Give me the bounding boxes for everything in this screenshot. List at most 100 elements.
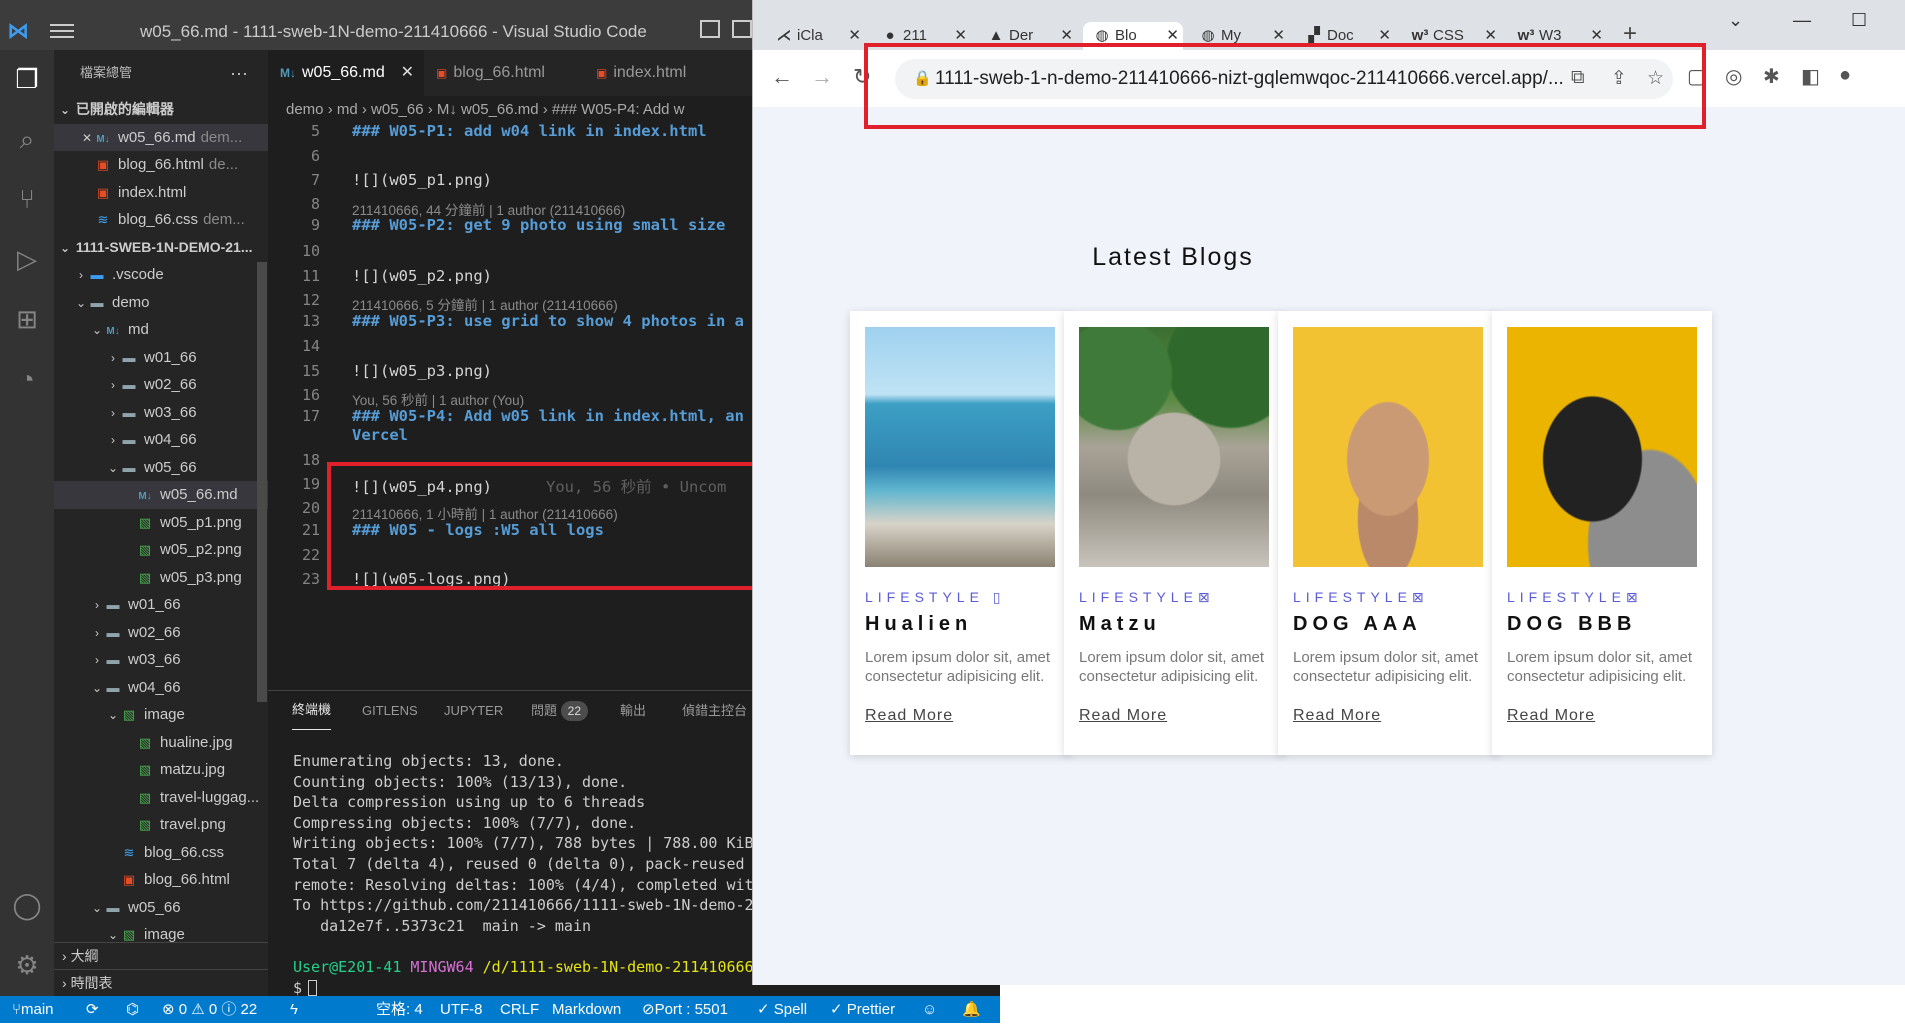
source-control-icon[interactable]: ⑂ [10, 182, 44, 216]
code-line[interactable]: ![](w05_p1.png) [352, 171, 492, 189]
tab-jupyter[interactable]: JUPYTER [444, 691, 503, 731]
terminal-output[interactable]: Enumerating objects: 13, done. Counting o… [293, 751, 763, 998]
markdown-file-icon: M↓ [280, 66, 296, 80]
tree-item[interactable]: ▧ matzu.jpg [54, 756, 268, 784]
tree-item[interactable]: ⌄ ▬ w05_66 [54, 454, 268, 482]
indentation-status[interactable]: 空格: 4 [376, 996, 423, 1023]
code-line[interactable]: ![](w05_p3.png) [352, 362, 492, 380]
open-editor-item[interactable]: ▣ index.html [54, 179, 268, 207]
tree-item[interactable]: › ▬ .vscode [54, 261, 268, 289]
eol-status[interactable]: CRLF [500, 996, 539, 1023]
sync-icon[interactable]: ⟳ [86, 996, 99, 1023]
workspace-section[interactable]: ⌄ 1111-SWEB-1N-DEMO-21... [54, 234, 268, 262]
tree-item[interactable]: ▧ travel-luggag... [54, 784, 268, 812]
tree-item[interactable]: › ▬ w02_66 [54, 619, 268, 647]
tab-gitlens[interactable]: GITLENS [362, 691, 418, 731]
maximize-icon[interactable]: ☐ [1851, 10, 1867, 31]
account-icon[interactable]: ◯ [10, 888, 44, 922]
tree-item[interactable]: M↓ w05_66.md [54, 481, 268, 509]
extension-icon[interactable]: ◎ [1725, 64, 1742, 89]
code-line[interactable]: ### W05-P1: add w04 link in index.html [352, 124, 707, 140]
tree-item[interactable]: ⌄ ▧ image [54, 701, 268, 729]
prettier-status[interactable]: ✓ Prettier [830, 996, 895, 1023]
encoding-status[interactable]: UTF-8 [440, 996, 483, 1023]
side-panel-icon[interactable]: ◧ [1801, 64, 1820, 89]
read-more-link[interactable]: Read More [865, 707, 953, 725]
read-more-link[interactable]: Read More [1079, 707, 1167, 725]
prompt-shell: MINGW64 [410, 957, 474, 976]
notifications-bell-icon[interactable]: 🔔 [962, 996, 981, 1023]
profile-icon[interactable]: ● [1839, 64, 1851, 87]
codelens-blame[interactable]: 211410666, 5 分鐘前 | 1 author (211410666) [352, 294, 618, 314]
tab-debug-console[interactable]: 偵錯主控台 [682, 691, 747, 731]
code-line[interactable]: ### W05-P4: Add w05 link in index.html, … [352, 407, 744, 425]
tab-w05-md[interactable]: M↓ w05_66.md ✕ [268, 50, 424, 96]
sidebar-scrollbar[interactable] [257, 262, 267, 702]
tree-item[interactable]: ▧ w05_p2.png [54, 536, 268, 564]
open-editor-item[interactable]: ▣ blog_66.html de... [54, 151, 268, 179]
timeline-section[interactable]: › 時間表 [54, 969, 268, 996]
toggle-sidebar-icon[interactable] [700, 20, 720, 38]
more-actions-icon[interactable]: ··· [230, 50, 248, 96]
tree-item[interactable]: ▧ w05_p1.png [54, 509, 268, 537]
tree-item[interactable]: › ▬ w03_66 [54, 646, 268, 674]
close-icon[interactable]: ✕ [401, 50, 414, 96]
tree-item[interactable]: ⌄ M↓ md [54, 316, 268, 344]
tab-problems[interactable]: 問題 22 [531, 691, 588, 731]
tree-item[interactable]: ⌄ ▬ w05_66 [54, 894, 268, 922]
code-line[interactable]: Vercel [352, 426, 408, 444]
toggle-panel-icon[interactable] [732, 20, 752, 38]
open-editor-item[interactable]: ≋ blog_66.css dem... [54, 206, 268, 234]
open-editor-item[interactable]: ✕ M↓ w05_66.md dem... [54, 123, 268, 152]
back-arrow-icon[interactable]: ← [771, 64, 793, 90]
tree-item[interactable]: ⌄ ▬ demo [54, 289, 268, 317]
editor-area[interactable]: 211410666, 44 分鐘前 | 1 author (211410666)… [268, 124, 755, 690]
gitlens-status-icon[interactable]: ⌬ [126, 996, 139, 1023]
menu-icon[interactable] [50, 20, 74, 40]
minimize-icon[interactable]: — [1793, 10, 1811, 31]
tree-item[interactable]: › ▬ w02_66 [54, 371, 268, 399]
search-icon[interactable]: ⌕ [10, 122, 44, 156]
gitlens-icon[interactable]: ◔ [10, 362, 44, 396]
extensions-puzzle-icon[interactable]: ✱ [1763, 64, 1780, 89]
codelens-blame[interactable]: You, 56 秒前 | 1 author (You) [352, 389, 524, 409]
lightning-icon[interactable]: ϟ [290, 996, 298, 1023]
feedback-icon[interactable]: ☺ [922, 996, 937, 1023]
tree-item[interactable]: ▧ w05_p3.png [54, 564, 268, 592]
run-debug-icon[interactable]: ▷ [10, 242, 44, 276]
tab-search-chevron-icon[interactable]: ⌄ [1728, 10, 1743, 31]
tree-item[interactable]: › ▬ w04_66 [54, 426, 268, 454]
tree-item[interactable]: ▧ travel.png [54, 811, 268, 839]
code-line[interactable]: ### W05-P2: get 9 photo using small size [352, 216, 725, 234]
settings-gear-icon[interactable]: ⚙ [10, 948, 44, 982]
tab-output[interactable]: 輸出 [620, 691, 646, 731]
browser-tab[interactable]: ⋌ iCla ✕ [765, 22, 865, 50]
tree-item[interactable]: ⌄ ▬ w04_66 [54, 674, 268, 702]
close-icon[interactable]: ✕ [80, 125, 94, 152]
tree-item[interactable]: ≋ blog_66.css [54, 839, 268, 867]
branch-status[interactable]: ⑂ main [12, 996, 54, 1023]
close-tab-icon[interactable]: ✕ [848, 22, 861, 50]
tree-item[interactable]: › ▬ w03_66 [54, 399, 268, 427]
problems-status[interactable]: ⊗ 0 ⚠ 0 ⓘ 22 [162, 996, 257, 1023]
tab-index-html[interactable]: ▣ index.html [584, 50, 724, 96]
forward-arrow-icon[interactable]: → [811, 64, 833, 90]
tab-blog-html[interactable]: ▣ blog_66.html [424, 50, 584, 96]
explorer-icon[interactable]: ❐ [10, 62, 44, 96]
tree-item[interactable]: ▣ blog_66.html [54, 866, 268, 894]
code-line[interactable]: ![](w05_p2.png) [352, 267, 492, 285]
language-status[interactable]: Markdown [552, 996, 621, 1023]
outline-section[interactable]: › 大綱 [54, 942, 268, 969]
tree-item[interactable]: › ▬ w01_66 [54, 344, 268, 372]
tree-item[interactable]: › ▬ w01_66 [54, 591, 268, 619]
tab-terminal[interactable]: 終端機 [292, 691, 332, 730]
live-server-status[interactable]: ⊘ Port : 5501 [642, 996, 728, 1023]
read-more-link[interactable]: Read More [1293, 707, 1381, 725]
open-editors-section[interactable]: ⌄ 已開啟的編輯器 [54, 96, 268, 124]
code-line[interactable]: ### W05-P3: use grid to show 4 photos in… [352, 312, 744, 330]
extensions-icon[interactable]: ⊞ [10, 302, 44, 336]
tree-item[interactable]: ▧ hualine.jpg [54, 729, 268, 757]
card-category: LIFESTYLE⊠ [1079, 589, 1215, 605]
spell-status[interactable]: ✓ Spell [757, 996, 807, 1023]
read-more-link[interactable]: Read More [1507, 707, 1595, 725]
